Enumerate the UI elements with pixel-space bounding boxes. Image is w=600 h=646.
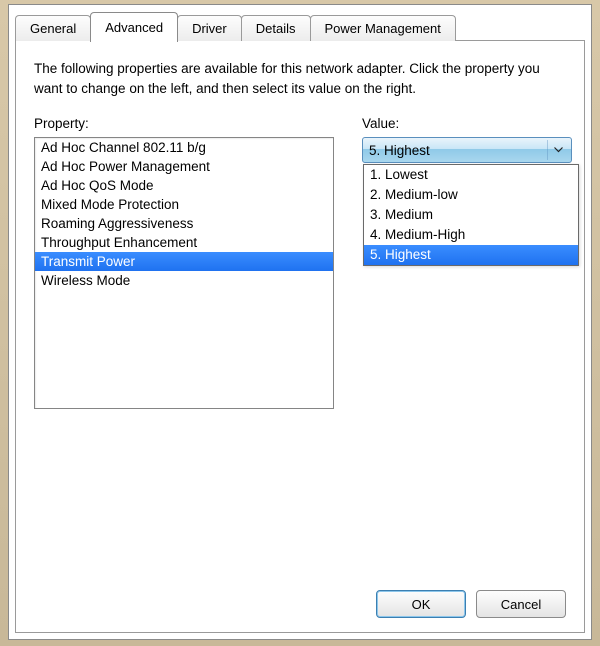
value-option[interactable]: 3. Medium [364, 205, 578, 225]
value-option[interactable]: 1. Lowest [364, 165, 578, 185]
tab-details[interactable]: Details [241, 15, 311, 41]
property-item[interactable]: Transmit Power [35, 252, 333, 271]
property-column: Property: Ad Hoc Channel 802.11 b/gAd Ho… [34, 116, 334, 409]
property-item[interactable]: Ad Hoc QoS Mode [35, 176, 333, 195]
property-item[interactable]: Ad Hoc Power Management [35, 157, 333, 176]
property-label: Property: [34, 116, 334, 131]
cancel-button[interactable]: Cancel [476, 590, 566, 618]
property-item[interactable]: Ad Hoc Channel 802.11 b/g [35, 138, 333, 157]
tab-panel-advanced: The following properties are available f… [15, 40, 585, 633]
tab-power-management[interactable]: Power Management [310, 15, 456, 41]
ok-button[interactable]: OK [376, 590, 466, 618]
property-item[interactable]: Wireless Mode [35, 271, 333, 290]
properties-dialog: General Advanced Driver Details Power Ma… [8, 4, 592, 640]
content-columns: Property: Ad Hoc Channel 802.11 b/gAd Ho… [34, 116, 566, 409]
value-dropdown[interactable]: 1. Lowest2. Medium-low3. Medium4. Medium… [363, 164, 579, 266]
value-label: Value: [362, 116, 572, 131]
property-item[interactable]: Roaming Aggressiveness [35, 214, 333, 233]
value-option[interactable]: 4. Medium-High [364, 225, 578, 245]
value-combobox-text: 5. Highest [369, 143, 430, 158]
value-option[interactable]: 5. Highest [364, 245, 578, 265]
dialog-buttons: OK Cancel [376, 590, 566, 618]
value-option[interactable]: 2. Medium-low [364, 185, 578, 205]
property-item[interactable]: Mixed Mode Protection [35, 195, 333, 214]
value-combobox[interactable]: 5. Highest 1. Lowest2. Medium-low3. Medi… [362, 137, 572, 163]
tab-general[interactable]: General [15, 15, 91, 41]
property-listbox[interactable]: Ad Hoc Channel 802.11 b/gAd Hoc Power Ma… [34, 137, 334, 409]
value-column: Value: 5. Highest 1. Lowest2. Medium-low… [362, 116, 572, 409]
chevron-down-icon [547, 140, 569, 160]
tab-advanced[interactable]: Advanced [90, 12, 178, 42]
tab-strip: General Advanced Driver Details Power Ma… [9, 5, 591, 41]
tab-driver[interactable]: Driver [177, 15, 242, 41]
description-text: The following properties are available f… [34, 59, 566, 98]
property-item[interactable]: Throughput Enhancement [35, 233, 333, 252]
